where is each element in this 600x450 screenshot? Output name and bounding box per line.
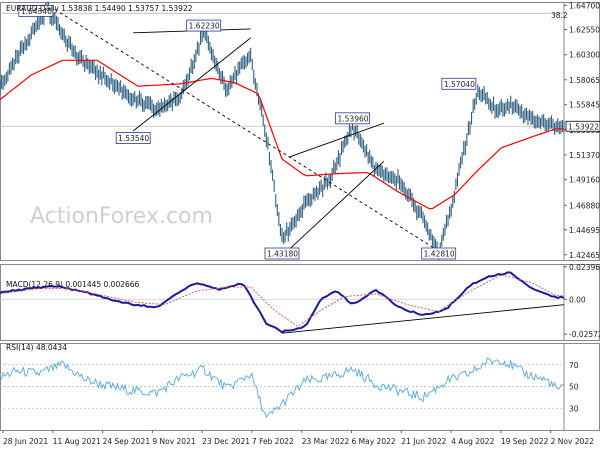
macd-y-tick-label: -0.025726 [569,330,600,339]
x-tick-label: 11 Aug 2021 [53,437,101,446]
price-annotation-label: 1.53960 [338,114,369,123]
x-tick-label: 19 Sep 2022 [501,437,549,446]
fib-label: 38.2 [551,11,568,20]
price-annotation-label: 1.53540 [118,134,149,143]
last-price-tag: 1.53922 [568,122,599,131]
price-annotation-label: 1.43180 [267,250,298,259]
price-annotation-label: 1.42810 [424,250,455,259]
main-header: EURAUD,Daily 1.53838 1.54490 1.53757 1.5… [6,4,193,13]
price-annotation-label: 1.57040 [444,80,475,89]
y-tick-label: 1.55845 [569,101,600,110]
watermark: ActionForex.com [30,204,213,229]
macd-y-tick-label: 0.00 [569,295,586,304]
rsi-y-tick-label: 30 [569,404,579,413]
x-tick-label: 28 Jun 2021 [3,437,48,446]
y-tick-label: 1.62550 [569,25,600,34]
rsi-header: RSI(14) 48.0434 [6,343,67,352]
y-tick-label: 1.49160 [569,176,600,185]
x-tick-label: 6 May 2022 [352,437,396,446]
x-tick-label: 21 Jun 2022 [401,437,446,446]
y-tick-label: 1.44695 [569,226,600,235]
x-tick-label: 23 Mar 2022 [302,437,350,446]
x-tick-label: 23 Dec 2021 [202,437,250,446]
y-tick-label: 1.58065 [569,76,600,85]
rsi-y-tick-label: 70 [569,361,579,370]
y-tick-label: 1.64700 [569,1,600,10]
x-tick-label: 9 Nov 2021 [152,437,195,446]
y-tick-label: 1.42465 [569,251,600,260]
x-tick-label: 2 Nov 2022 [551,437,594,446]
y-tick-label: 1.51370 [569,151,600,160]
chart-canvas: ActionForex.com 1.64700 1.62550 1.60300 1.5… [0,0,600,450]
macd-header: MACD(12,26,9) 0.001445 0.002666 [6,280,140,289]
rsi-y-tick-label: 50 [569,383,579,392]
y-tick-label: 1.46880 [569,201,600,210]
x-tick-label: 4 Aug 2022 [451,437,494,446]
price-annotation-label: 1.62230 [189,22,220,31]
y-tick-label: 1.60300 [569,51,600,60]
macd-y-tick-label: 0.023963 [569,263,600,272]
x-tick-label: 24 Sep 2021 [103,437,151,446]
x-tick-label: 7 Feb 2022 [252,437,294,446]
